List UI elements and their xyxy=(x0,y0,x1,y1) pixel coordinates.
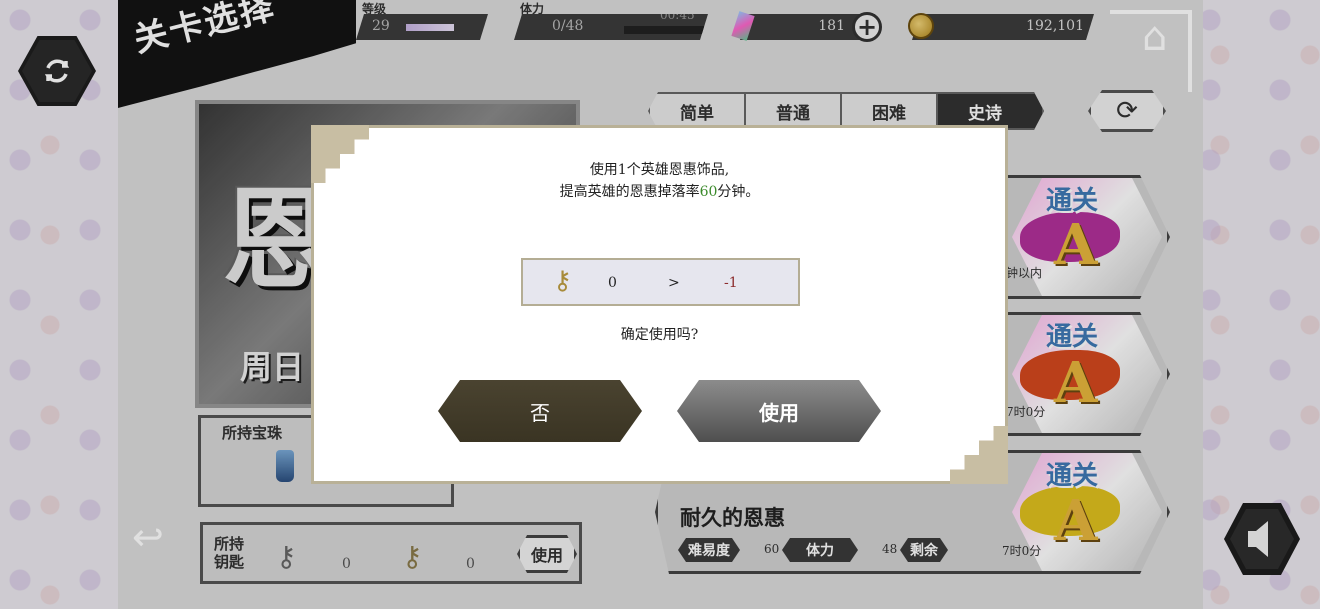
stamina-cost: 48 xyxy=(882,542,898,556)
add-gems-button[interactable]: + xyxy=(852,12,882,42)
bottle-icon xyxy=(276,450,294,482)
coin-icon xyxy=(908,13,934,39)
stamina-tag: 体力 xyxy=(782,538,858,562)
difficulty-tag: 难易度 xyxy=(678,538,740,562)
speaker-icon xyxy=(1224,503,1300,575)
refresh-icon: ⟳ xyxy=(1116,96,1138,126)
remaining-value: 7时0分 xyxy=(1002,544,1042,558)
level-box: 29 xyxy=(356,14,488,40)
key-icon: ⚷ xyxy=(276,540,297,573)
dialog-line-1: 使用1个英雄恩惠饰品, xyxy=(589,162,730,178)
rank-letter: A xyxy=(1054,350,1098,416)
refresh-icon xyxy=(22,40,92,102)
no-button[interactable]: 否 xyxy=(438,380,642,442)
banner-subtitle: 周日 xyxy=(240,348,305,386)
level-progress-bar xyxy=(406,24,454,31)
gems-value: 181 xyxy=(818,18,845,34)
key-count-2: 0 xyxy=(466,556,475,572)
rank-letter: A xyxy=(1054,488,1098,554)
coins-value: 192,101 xyxy=(1026,18,1084,34)
key-icon: ⚷ xyxy=(553,266,573,296)
key-icon: ⚷ xyxy=(402,540,423,573)
difficulty-value: 60 xyxy=(764,542,780,556)
stamina-box: 0/48 00:45 xyxy=(514,14,708,40)
item-count-before: 0 xyxy=(608,275,617,291)
stage-name: 耐久的恩惠 xyxy=(680,505,785,530)
clear-time: 钟以内 xyxy=(1006,266,1043,280)
level-value: 29 xyxy=(372,18,390,34)
sound-button[interactable] xyxy=(1224,503,1300,575)
use-key-button[interactable]: 使用 xyxy=(517,535,577,573)
item-count-after: -1 xyxy=(724,275,738,291)
coins-box: 192,101 xyxy=(912,14,1094,40)
stamina-value: 0/48 xyxy=(552,18,584,34)
use-button[interactable]: 使用 xyxy=(677,380,881,442)
stamina-bar xyxy=(624,26,704,34)
remaining-tag: 剩余 xyxy=(900,538,948,562)
owned-keys-label: 所持钥匙 xyxy=(214,535,245,571)
clear-time: 7时0分 xyxy=(1006,405,1046,419)
rank-letter: A xyxy=(1054,212,1098,278)
rank-clear-label: 通关 xyxy=(1046,461,1099,491)
duration-minutes: 60 xyxy=(699,184,718,200)
dialog-line-2: 提高英雄的恩惠掉落率60分钟。 xyxy=(559,184,760,200)
plus-icon: + xyxy=(856,13,878,41)
key-count-1: 0 xyxy=(342,556,351,572)
owned-gems-label: 所持宝珠 xyxy=(222,424,283,442)
tab-refresh-button[interactable]: ⟳ xyxy=(1088,90,1166,132)
confirm-question: 确定使用吗? xyxy=(620,327,699,343)
home-icon[interactable]: ⌂ xyxy=(1142,14,1167,60)
back-icon[interactable]: ↩ xyxy=(132,515,164,559)
change-arrow: > xyxy=(668,275,680,291)
dialog-message: 使用1个英雄恩惠饰品, 提高英雄的恩惠掉落率60分钟。 xyxy=(311,159,1008,203)
rank-clear-label: 通关 xyxy=(1046,322,1099,352)
